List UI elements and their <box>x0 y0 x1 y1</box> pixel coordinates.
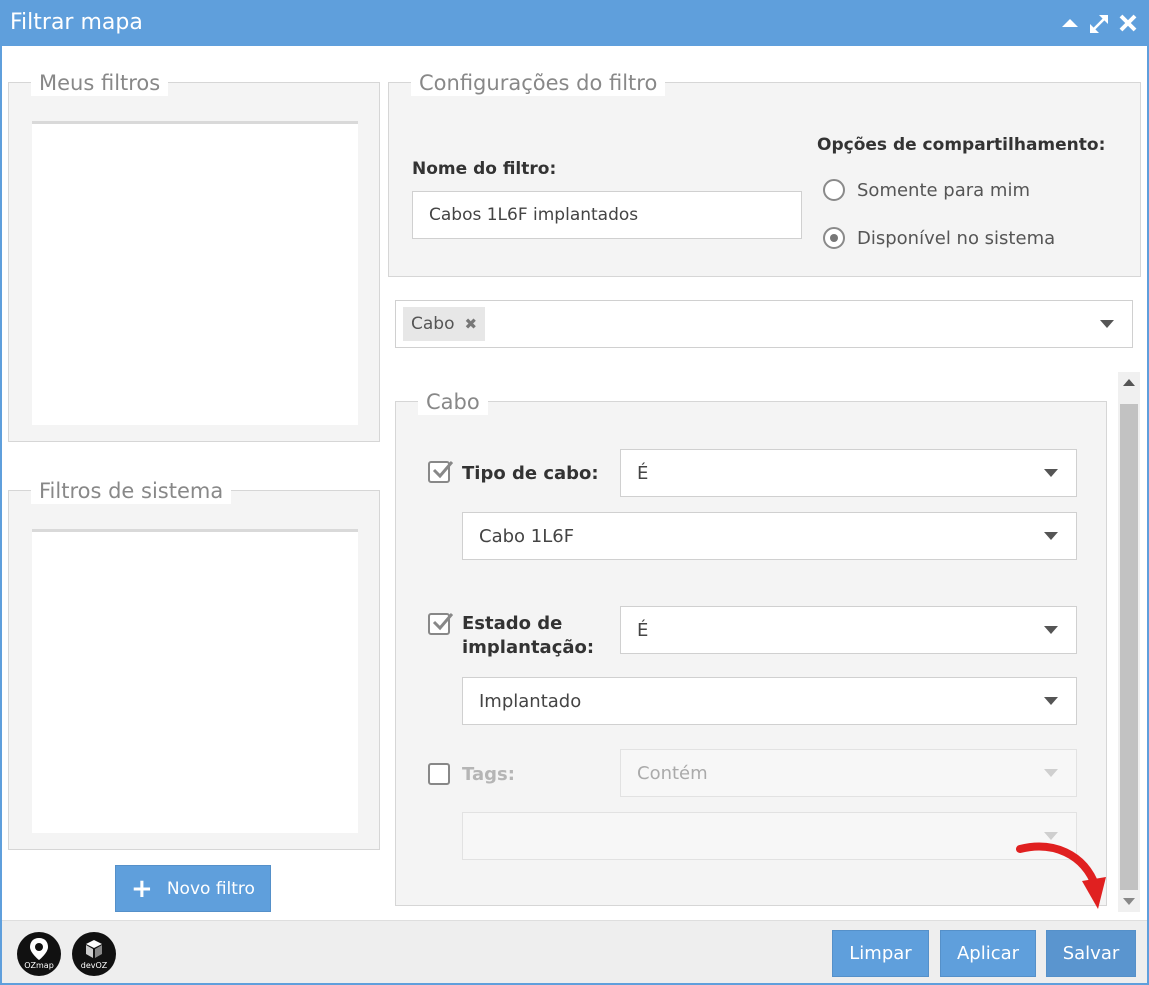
system-filters-list[interactable] <box>32 529 358 833</box>
collapse-icon[interactable] <box>1058 10 1082 36</box>
filter-name-value: Cabos 1L6F implantados <box>429 205 639 225</box>
estado-implantacao-operator-value: É <box>637 619 649 641</box>
tipo-cabo-value: Cabo 1L6F <box>479 525 575 547</box>
my-filters-group: Meus filtros <box>8 70 380 442</box>
maximize-icon[interactable] <box>1087 10 1111 36</box>
annotation-arrow-icon <box>1016 842 1106 909</box>
sharing-option-system[interactable]: Disponível no sistema <box>823 227 1055 249</box>
chevron-down-icon[interactable] <box>1044 697 1058 705</box>
title-bar[interactable]: Filtrar mapa <box>2 2 1147 46</box>
dialog-title: Filtrar mapa <box>10 10 143 35</box>
sharing-option-private[interactable]: Somente para mim <box>823 179 1030 201</box>
chevron-down-icon[interactable] <box>1044 532 1058 540</box>
tags-value-select <box>462 812 1077 860</box>
scroll-up-icon[interactable] <box>1123 379 1135 386</box>
chevron-down-icon[interactable] <box>1100 320 1114 328</box>
filter-name-input[interactable]: Cabos 1L6F implantados <box>412 191 802 239</box>
layer-multiselect[interactable]: Cabo ✖ <box>395 300 1133 348</box>
radio-unchecked-icon[interactable] <box>823 179 845 201</box>
new-filter-button[interactable]: + Novo filtro <box>115 865 271 912</box>
checkmark-icon <box>432 461 453 479</box>
tipo-cabo-checkbox[interactable] <box>428 461 453 483</box>
tags-label: Tags: <box>462 764 515 785</box>
chevron-down-icon[interactable] <box>1044 469 1058 477</box>
save-button[interactable]: Salvar <box>1046 930 1136 977</box>
chevron-down-icon[interactable] <box>1044 626 1058 634</box>
ozmap-logo: OZmap <box>17 932 61 976</box>
plus-icon: + <box>131 873 153 904</box>
devoz-logo: devOZ <box>72 932 116 976</box>
cabo-section-legend: Cabo <box>418 389 488 415</box>
new-filter-label: Novo filtro <box>166 878 255 899</box>
sharing-option-system-label: Disponível no sistema <box>857 227 1056 249</box>
layer-chip-label: Cabo <box>411 314 455 334</box>
cabo-section: Cabo Tipo de cabo: É Cabo 1L6F Estado de… <box>395 389 1107 906</box>
radio-checked-icon[interactable] <box>823 227 845 249</box>
chevron-down-icon <box>1044 769 1058 777</box>
remove-chip-icon[interactable]: ✖ <box>464 315 477 333</box>
system-filters-legend: Filtros de sistema <box>31 478 232 504</box>
scroll-down-icon[interactable] <box>1123 898 1135 905</box>
estado-implantacao-checkbox[interactable] <box>428 613 453 635</box>
clear-button[interactable]: Limpar <box>832 930 929 977</box>
tipo-cabo-value-select[interactable]: Cabo 1L6F <box>462 512 1077 560</box>
estado-implantacao-label-1: Estado de <box>462 613 563 634</box>
tipo-cabo-operator-value: É <box>637 462 649 484</box>
my-filters-list[interactable] <box>32 121 358 425</box>
filter-name-label: Nome do filtro: <box>412 159 557 179</box>
cabo-scrollbar[interactable] <box>1118 372 1140 912</box>
scroll-thumb[interactable] <box>1120 404 1138 890</box>
close-icon[interactable] <box>1116 10 1140 36</box>
my-filters-legend: Meus filtros <box>31 70 169 96</box>
tipo-cabo-label: Tipo de cabo: <box>462 463 599 484</box>
estado-implantacao-value-select[interactable]: Implantado <box>462 677 1077 725</box>
filter-config-group: Configurações do filtro Nome do filtro: … <box>388 70 1141 277</box>
estado-implantacao-operator-select[interactable]: É <box>620 606 1077 654</box>
layer-chip-cabo[interactable]: Cabo ✖ <box>403 307 486 341</box>
sharing-options-label: Opções de compartilhamento: <box>817 135 1106 155</box>
tipo-cabo-operator-select[interactable]: É <box>620 449 1077 497</box>
tags-operator-select: Contém <box>620 749 1077 797</box>
apply-button[interactable]: Aplicar <box>940 930 1036 977</box>
filter-config-legend: Configurações do filtro <box>411 70 666 96</box>
estado-implantacao-label-2: implantação: <box>462 637 595 658</box>
dialog-footer: OZmap devOZ Limpar Aplicar Salvar <box>2 920 1147 983</box>
system-filters-group: Filtros de sistema <box>8 478 380 850</box>
filter-map-dialog: Filtrar mapa Meus filtros Filtros de sis… <box>0 0 1149 985</box>
checkmark-icon <box>432 613 453 631</box>
tags-operator-value: Contém <box>637 762 708 784</box>
tags-checkbox[interactable] <box>428 763 450 785</box>
sharing-option-private-label: Somente para mim <box>857 179 1030 201</box>
estado-implantacao-value: Implantado <box>479 690 582 712</box>
